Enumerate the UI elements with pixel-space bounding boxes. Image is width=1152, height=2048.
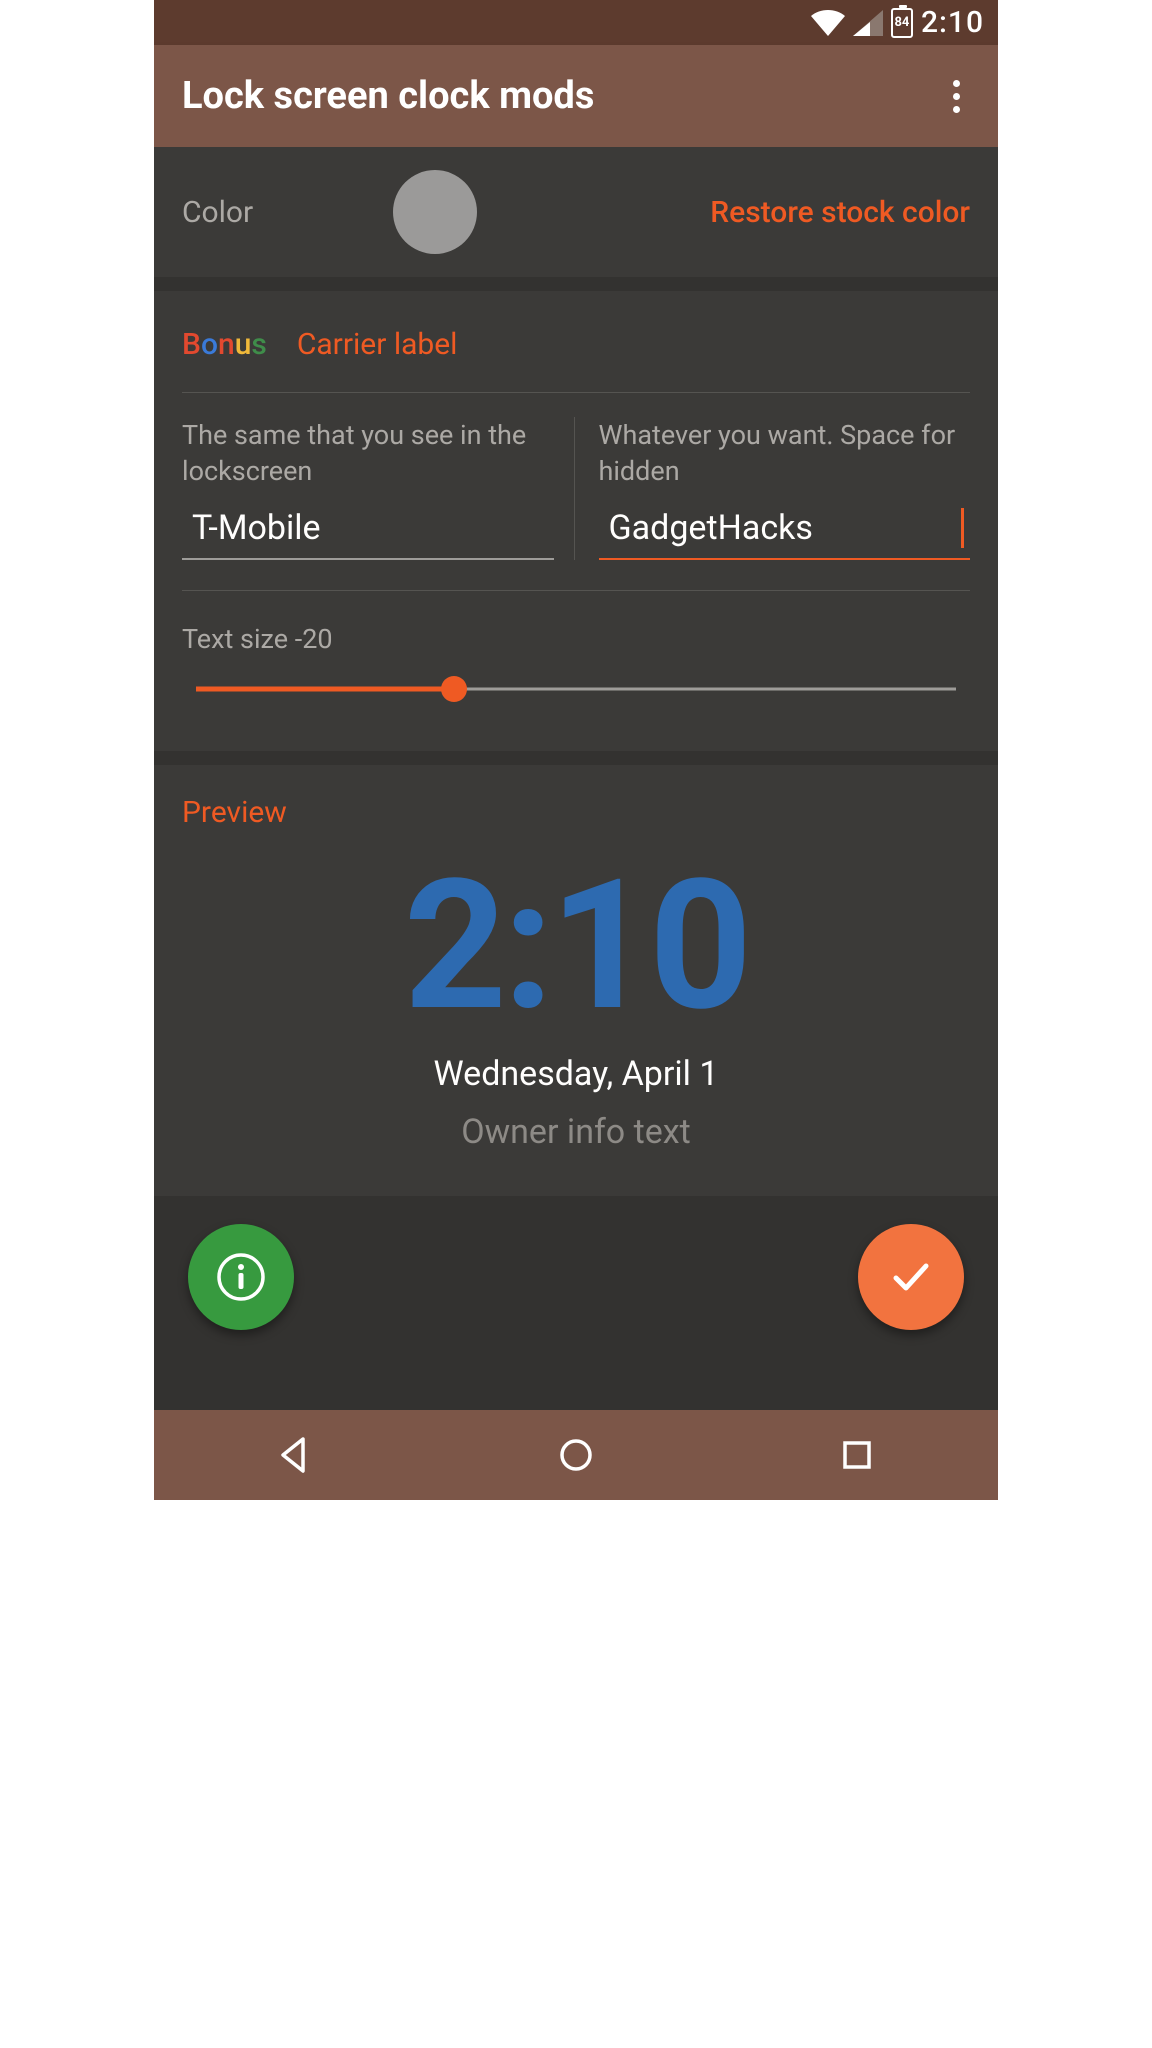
slider-thumb[interactable] bbox=[441, 676, 467, 702]
confirm-button[interactable] bbox=[858, 1224, 964, 1330]
back-icon bbox=[275, 1435, 315, 1475]
current-carrier-input bbox=[192, 508, 548, 548]
color-section: Color Restore stock color bbox=[154, 147, 998, 277]
carrier-label-heading: Carrier label bbox=[297, 327, 458, 362]
battery-icon: 84 bbox=[891, 8, 913, 38]
divider bbox=[182, 590, 970, 591]
preview-date: Wednesday, April 1 bbox=[182, 1054, 970, 1094]
action-row bbox=[154, 1210, 998, 1350]
device-frame: 84 2:10 Lock screen clock mods Color Res… bbox=[154, 0, 998, 1500]
app-bar: Lock screen clock mods bbox=[154, 45, 998, 147]
custom-carrier-input[interactable] bbox=[609, 508, 964, 548]
custom-carrier-field[interactable] bbox=[599, 504, 971, 560]
text-size-slider[interactable] bbox=[196, 675, 956, 703]
info-button[interactable] bbox=[188, 1224, 294, 1330]
custom-carrier-column: Whatever you want. Space for hidden bbox=[575, 417, 971, 560]
bonus-heading: Bonus bbox=[182, 327, 267, 362]
overflow-menu-icon[interactable] bbox=[943, 70, 970, 123]
preview-section: Preview 2:10 Wednesday, April 1 Owner in… bbox=[154, 765, 998, 1196]
wifi-icon bbox=[811, 10, 845, 36]
nav-home-button[interactable] bbox=[516, 1435, 636, 1475]
preview-heading: Preview bbox=[182, 795, 970, 830]
divider bbox=[182, 392, 970, 393]
navigation-bar bbox=[154, 1410, 998, 1500]
text-caret bbox=[961, 508, 964, 548]
status-bar: 84 2:10 bbox=[154, 0, 998, 45]
recent-icon bbox=[837, 1435, 877, 1475]
status-time: 2:10 bbox=[921, 5, 984, 40]
preview-clock: 2:10 bbox=[182, 856, 970, 1036]
home-icon bbox=[556, 1435, 596, 1475]
custom-carrier-desc: Whatever you want. Space for hidden bbox=[599, 417, 971, 490]
color-swatch[interactable] bbox=[393, 170, 477, 254]
check-icon bbox=[884, 1250, 938, 1304]
preview-owner-info: Owner info text bbox=[182, 1112, 970, 1152]
nav-back-button[interactable] bbox=[235, 1435, 355, 1475]
signal-icon bbox=[853, 10, 883, 36]
current-carrier-column: The same that you see in the lockscreen bbox=[182, 417, 575, 560]
text-size-label: Text size -20 bbox=[182, 623, 970, 655]
current-carrier-field bbox=[182, 504, 554, 560]
nav-recent-button[interactable] bbox=[797, 1435, 917, 1475]
current-carrier-desc: The same that you see in the lockscreen bbox=[182, 417, 554, 490]
color-label: Color bbox=[182, 195, 253, 230]
carrier-label-section: Bonus Carrier label The same that you se… bbox=[154, 291, 998, 751]
restore-stock-color-button[interactable]: Restore stock color bbox=[710, 195, 970, 230]
page-title: Lock screen clock mods bbox=[182, 74, 594, 118]
info-icon bbox=[215, 1251, 267, 1303]
